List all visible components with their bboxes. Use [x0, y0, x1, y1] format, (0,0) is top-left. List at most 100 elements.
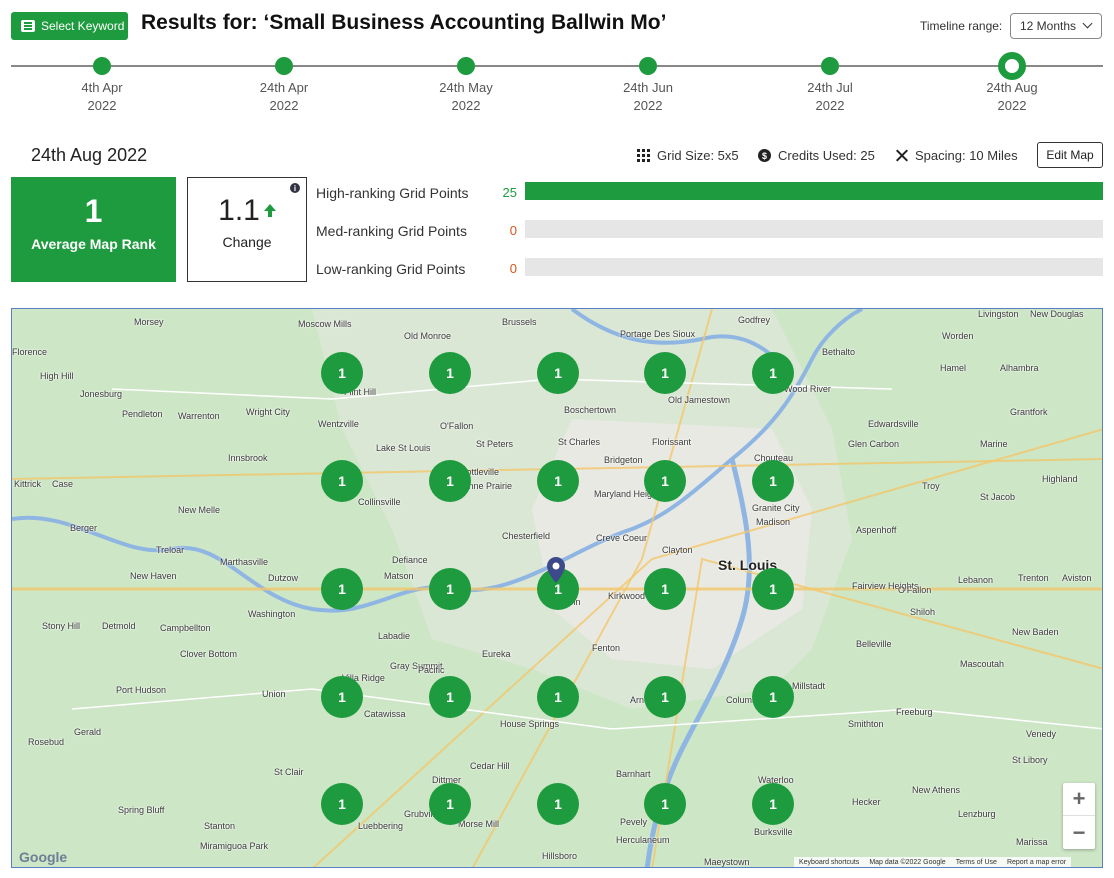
grid-rank-marker[interactable]: 1	[321, 460, 363, 502]
timeline-dot[interactable]	[93, 57, 111, 75]
grid-map[interactable]: Morsey Moscow Mills Old Monroe Brussels Port…	[11, 308, 1103, 868]
terms-of-use-link[interactable]: Terms of Use	[956, 859, 997, 867]
timeline-dot[interactable]	[821, 57, 839, 75]
place-label: Smithton	[848, 719, 884, 729]
grid-rank-marker[interactable]: 1	[429, 783, 471, 825]
place-label: Glen Carbon	[848, 439, 900, 449]
grid-rank-marker[interactable]: 1	[429, 460, 471, 502]
grid-rank-marker[interactable]: 1	[644, 676, 686, 718]
place-label: New Melle	[178, 505, 221, 515]
average-map-rank-card: 1 Average Map Rank	[11, 177, 176, 282]
grid-rank-marker[interactable]: 1	[537, 676, 579, 718]
place-label: Fenton	[592, 643, 621, 653]
place-label: Miramiguoa Park	[200, 841, 269, 851]
grid-rank-marker[interactable]: 1	[429, 568, 471, 610]
grid-rank-marker[interactable]: 1	[321, 352, 363, 394]
ranking-row-low: Low-ranking Grid Points 0	[316, 258, 1103, 278]
place-label: Florissant	[652, 437, 692, 447]
ranking-bar	[525, 220, 1103, 238]
place-label: Rosebud	[28, 737, 65, 747]
place-label: Detmold	[102, 621, 136, 631]
grid-rank-marker[interactable]: 1	[537, 460, 579, 502]
timeline-dot[interactable]	[457, 57, 475, 75]
report-map-error-link[interactable]: Report a map error	[1007, 859, 1066, 867]
spacing-text: Spacing: 10 Miles	[915, 148, 1018, 163]
place-label: Hecker	[852, 797, 881, 807]
grid-rank-marker[interactable]: 1	[644, 460, 686, 502]
edit-map-button[interactable]: Edit Map	[1037, 142, 1103, 168]
place-label: Catawissa	[364, 709, 406, 719]
arrow-up-icon	[263, 204, 276, 218]
timeline-dot[interactable]	[275, 57, 293, 75]
timeline-point[interactable]: 24th Jul 2022	[790, 56, 870, 115]
place-label: Case	[52, 479, 74, 489]
place-label: Pacific	[418, 665, 445, 675]
place-label: Lake St Louis	[376, 443, 431, 453]
place-label: Trenton	[1018, 573, 1049, 583]
place-label: Madison	[756, 517, 791, 527]
place-label: Herculaneum	[616, 835, 670, 845]
timeline-point[interactable]: 24th May 2022	[426, 56, 506, 115]
timeline-point[interactable]: 4th Apr 2022	[62, 56, 142, 115]
place-label: New Douglas	[1030, 309, 1084, 319]
place-label: Freeburg	[896, 707, 933, 717]
grid-rank-marker[interactable]: 1	[537, 783, 579, 825]
change-value: 1.1	[218, 194, 260, 227]
grid-rank-marker[interactable]: 1	[644, 783, 686, 825]
grid-rank-marker[interactable]: 1	[644, 568, 686, 610]
place-label: Troy	[922, 481, 940, 491]
place-label: Defiance	[392, 555, 428, 565]
ranking-row-med: Med-ranking Grid Points 0	[316, 220, 1103, 240]
place-label: Millstadt	[792, 681, 826, 691]
place-label: Creve Coeur	[596, 533, 648, 543]
place-label: Innsbrook	[228, 453, 268, 463]
map-data-text: Map data ©2022 Google	[869, 859, 946, 866]
grid-rank-marker[interactable]: 1	[644, 352, 686, 394]
grid-rank-marker[interactable]: 1	[537, 352, 579, 394]
place-label: Pevely	[620, 817, 648, 827]
timeline-dot[interactable]	[639, 57, 657, 75]
selected-date-heading: 24th Aug 2022	[31, 145, 148, 165]
timeline-dot-active[interactable]	[998, 52, 1026, 80]
grid-rank-marker[interactable]: 1	[429, 352, 471, 394]
place-label: St Charles	[558, 437, 601, 447]
grid-rank-marker[interactable]: 1	[321, 783, 363, 825]
place-label: Highland	[1042, 474, 1078, 484]
zoom-out-button[interactable]: −	[1063, 816, 1095, 849]
info-icon[interactable]: i	[290, 183, 300, 193]
grid-rank-marker[interactable]: 1	[752, 568, 794, 610]
timeline-range-select[interactable]: 12 Months	[1010, 13, 1102, 39]
place-label: O'Fallon	[898, 585, 932, 595]
ranking-bar	[525, 182, 1103, 200]
grid-rank-marker[interactable]: 1	[752, 676, 794, 718]
timeline-point[interactable]: 24th Jun 2022	[608, 56, 688, 115]
ranking-row-high: High-ranking Grid Points 25	[316, 182, 1103, 202]
place-label: Pendleton	[122, 409, 163, 419]
grid-rank-marker[interactable]: 1	[752, 352, 794, 394]
grid-size-text: Grid Size: 5x5	[657, 148, 739, 163]
grid-rank-marker[interactable]: 1	[321, 568, 363, 610]
grid-rank-marker[interactable]: 1	[752, 460, 794, 502]
timeline-range-label: Timeline range:	[920, 19, 1003, 33]
place-label: Matson	[384, 571, 414, 581]
grid-rank-marker[interactable]: 1	[752, 783, 794, 825]
ranking-bar	[525, 258, 1103, 276]
place-label: Brussels	[502, 317, 537, 327]
grid-rank-marker[interactable]: 1	[321, 676, 363, 718]
timeline-date-label: 24th Jun 2022	[623, 80, 673, 113]
place-label: Morse Mill	[458, 819, 500, 829]
place-label: St Peters	[476, 439, 514, 449]
ranking-count: 0	[509, 223, 517, 238]
location-pin-icon[interactable]	[547, 557, 565, 583]
keyboard-shortcuts-link[interactable]: Keyboard shortcuts	[799, 859, 859, 867]
select-keyword-button[interactable]: Select Keyword	[11, 12, 128, 40]
spacing-info: Spacing: 10 Miles	[895, 148, 1018, 163]
place-label: Marthasville	[220, 557, 269, 567]
zoom-in-button[interactable]: +	[1063, 783, 1095, 816]
grid-rank-marker[interactable]: 1	[429, 676, 471, 718]
place-label: O'Fallon	[440, 421, 474, 431]
page-title: Results for: ‘Small Business Accounting …	[141, 11, 667, 34]
timeline-point-active[interactable]: 24th Aug 2022	[972, 52, 1052, 115]
place-label: Treloar	[156, 545, 185, 555]
timeline-point[interactable]: 24th Apr 2022	[244, 56, 324, 115]
